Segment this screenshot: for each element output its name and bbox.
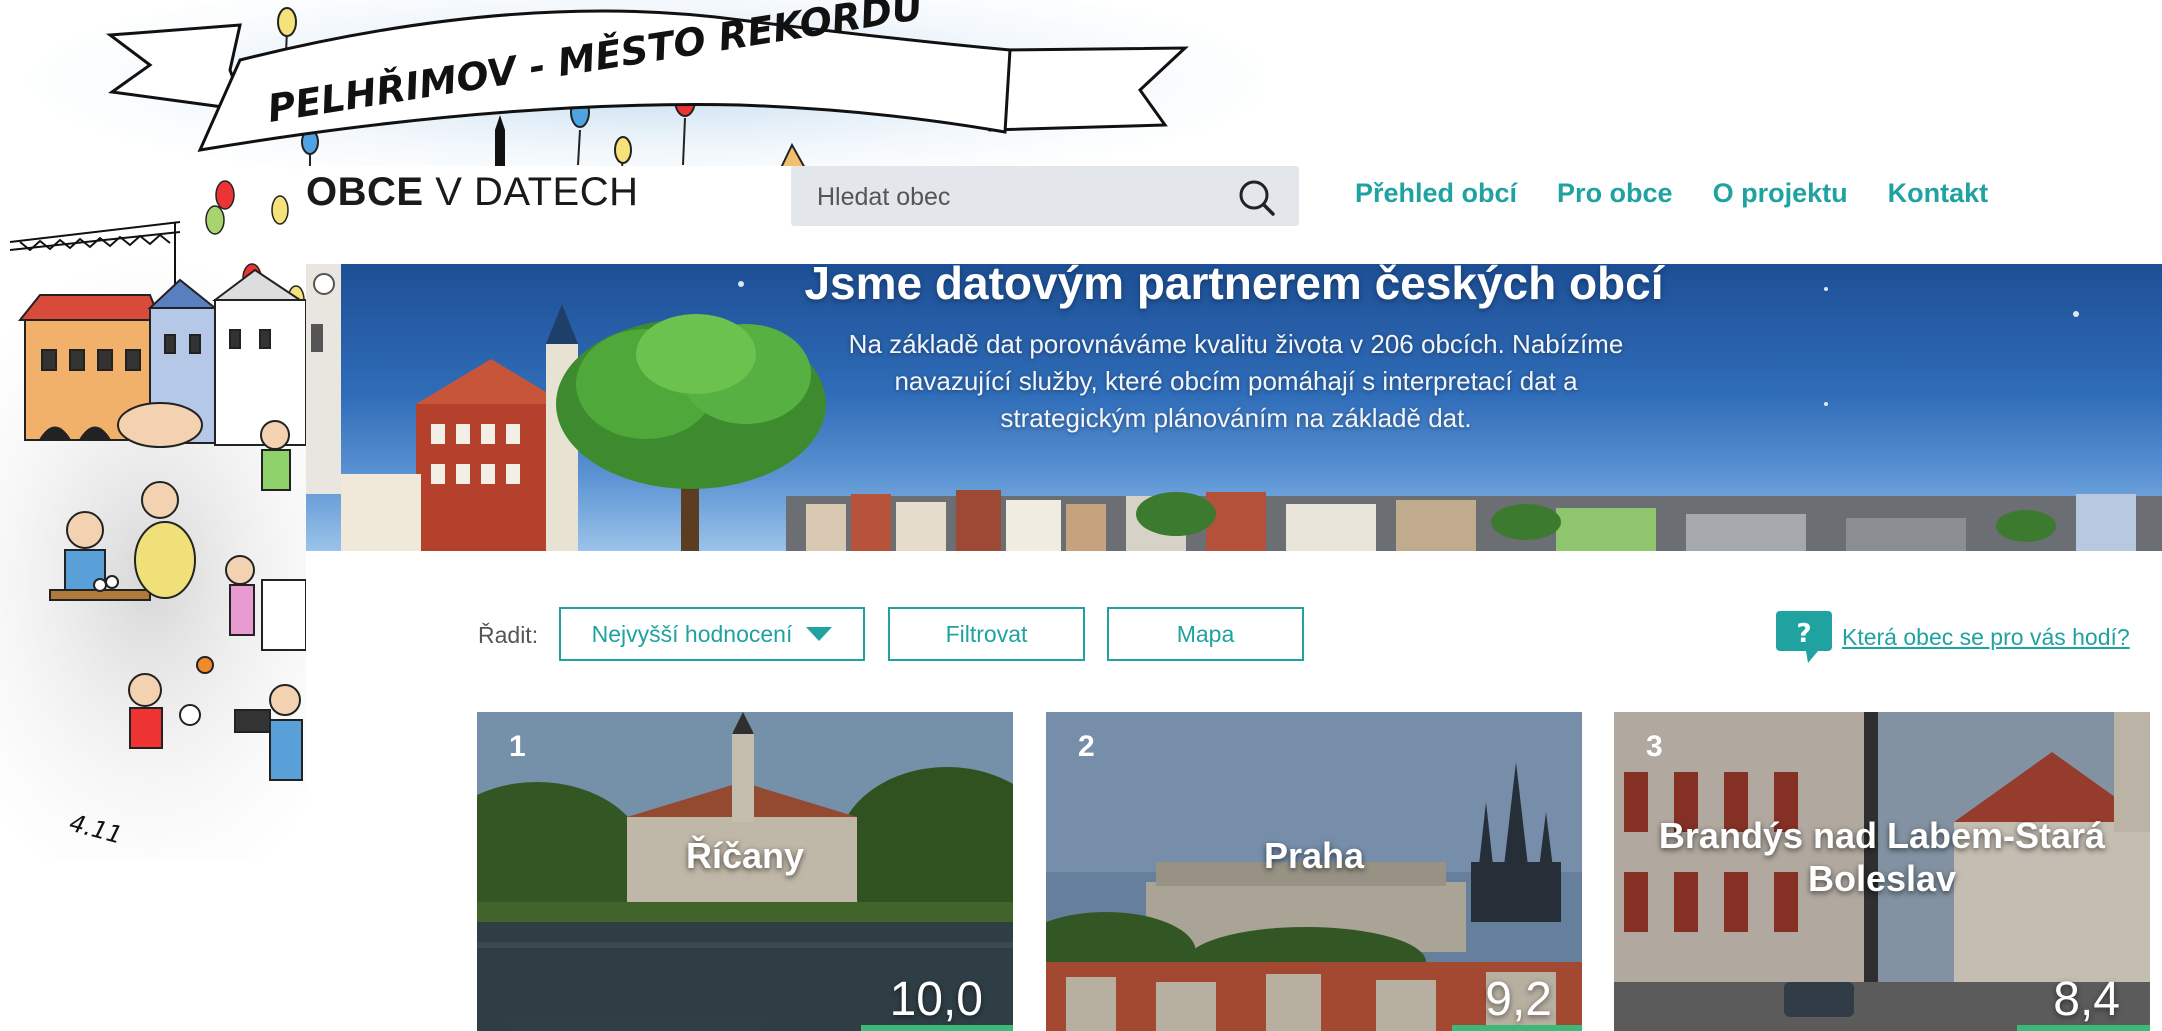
card-score: 9,2: [1485, 973, 1552, 1026]
card-rank: 3: [1646, 730, 1663, 763]
card-score-bar: [861, 1025, 1013, 1031]
card-score: 10,0: [889, 973, 983, 1026]
card-name: Brandýs nad Labem-Stará Boleslav: [1658, 815, 2106, 899]
logo-light-text: V DATECH: [435, 170, 639, 214]
filter-button[interactable]: Filtrovat: [888, 607, 1085, 661]
card-score-bar: [2017, 1025, 2150, 1031]
sort-label: Řadit:: [478, 622, 539, 648]
filter-button-label: Filtrovat: [945, 620, 1028, 647]
caret-down-icon: [806, 627, 833, 641]
nav-overview[interactable]: Přehled obcí: [1355, 178, 1517, 218]
hero-title: Jsme datovým partnerem českých obcí: [804, 264, 1664, 309]
cartoon-town-illustration: 4.11: [0, 180, 306, 860]
search-box: [791, 166, 1299, 226]
which-municipality-link[interactable]: Která obec se pro vás hodí?: [1842, 624, 2130, 651]
search-icon[interactable]: [1237, 178, 1277, 218]
card-name: Říčany: [685, 835, 805, 876]
map-button-label: Mapa: [1176, 620, 1235, 647]
search-input[interactable]: [815, 178, 1219, 216]
logo-bold-text: OBCE: [306, 170, 424, 214]
nav-about-project[interactable]: O projektu: [1713, 178, 1848, 218]
card-rank: 2: [1078, 730, 1095, 763]
hero-banner: Jsme datovým partnerem českých obcí Na z…: [306, 264, 2162, 551]
sort-dropdown-value: Nejvyšší hodnocení: [591, 620, 793, 647]
cartoon-banner-illustration: PELHŘIMOV - MĚSTO REKORDŮ: [30, 0, 1260, 170]
nav-contact[interactable]: Kontakt: [1888, 178, 1989, 218]
map-button[interactable]: Mapa: [1107, 607, 1304, 661]
card-score-bar: [1452, 1025, 1582, 1031]
municipality-card[interactable]: 1 Říčany 10,0: [477, 712, 1013, 1031]
municipality-card[interactable]: 2 Praha 9,2: [1046, 712, 1582, 1031]
card-name: Praha: [1263, 835, 1365, 876]
hero-description: Na základě dat porovnáváme kvalitu život…: [848, 329, 1624, 433]
main-nav: Přehled obcí Pro obce O projektu Kontakt: [1355, 178, 1988, 218]
site-logo[interactable]: OBCE V DATECH: [306, 170, 638, 218]
nav-for-municipalities[interactable]: Pro obce: [1557, 178, 1673, 218]
card-rank: 1: [509, 730, 526, 763]
sort-dropdown[interactable]: Nejvyšší hodnocení: [559, 607, 865, 661]
svg-text:?: ?: [1796, 619, 1811, 649]
municipality-card[interactable]: 3 Brandýs nad Labem-Stará Boleslav 8,4: [1614, 712, 2150, 1031]
card-score: 8,4: [2053, 973, 2120, 1026]
question-icon[interactable]: ?: [1776, 611, 1832, 663]
